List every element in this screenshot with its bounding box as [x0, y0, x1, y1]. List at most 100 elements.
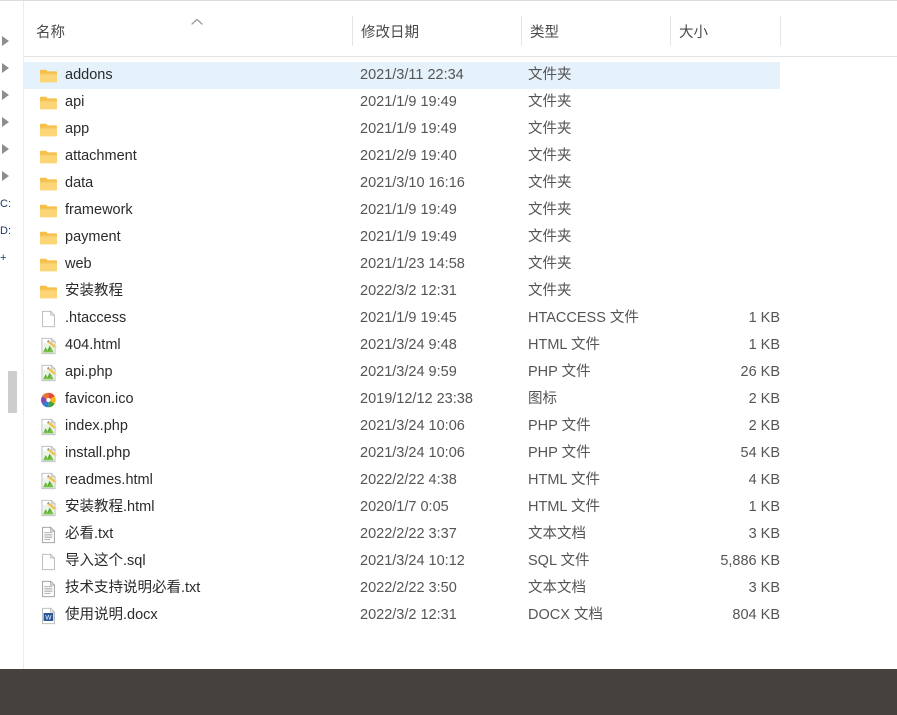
navigation-tree-panel[interactable]: C: D: +	[0, 1, 24, 669]
file-list-row[interactable]: framework 2021/1/9 19:49 文件夹	[24, 197, 780, 224]
chevron-right-icon[interactable]	[2, 144, 9, 154]
file-type-cell: 文件夹	[528, 202, 572, 218]
file-type-cell: HTML 文件	[528, 337, 600, 353]
date-modified-cell: 2021/3/11 22:34	[360, 67, 464, 83]
file-type-cell: DOCX 文档	[528, 607, 603, 623]
file-list-row[interactable]: data 2021/3/10 16:16 文件夹	[24, 170, 780, 197]
date-modified-cell: 2021/3/24 9:59	[360, 364, 457, 380]
file-list-row[interactable]: 必看.txt 2022/2/22 3:37 文本文档 3 KB	[24, 521, 780, 548]
file-size-cell	[672, 116, 780, 143]
file-list-row[interactable]: 技术支持说明必看.txt 2022/2/22 3:50 文本文档 3 KB	[24, 575, 780, 602]
file-list-row[interactable]: install.php 2021/3/24 10:06 PHP 文件 54 KB	[24, 440, 780, 467]
file-type-cell: PHP 文件	[528, 445, 591, 461]
file-list-row[interactable]: favicon.ico 2019/12/12 23:38 图标 2 KB	[24, 386, 780, 413]
file-list-row[interactable]: web 2021/1/23 14:58 文件夹	[24, 251, 780, 278]
file-size-cell: 1 KB	[748, 310, 780, 326]
nav-tree-node[interactable]	[0, 136, 24, 163]
blank-document-icon	[39, 553, 58, 571]
file-list-row[interactable]: 安装教程.html 2020/1/7 0:05 HTML 文件 1 KB	[24, 494, 780, 521]
file-type-cell: HTML 文件	[528, 499, 600, 515]
chevron-right-icon[interactable]	[2, 90, 9, 100]
date-modified-cell: 2022/2/22 3:37	[360, 526, 457, 542]
date-modified-cell: 2021/3/24 9:48	[360, 337, 457, 353]
column-separator-1[interactable]	[352, 16, 353, 46]
file-name-cell: 必看.txt	[65, 526, 114, 542]
file-size-cell: 3 KB	[748, 580, 780, 596]
file-size-cell	[672, 224, 780, 251]
file-size-cell	[672, 89, 780, 116]
nav-tree-node[interactable]: C:	[0, 190, 24, 217]
file-list-row[interactable]: 安装教程 2022/3/2 12:31 文件夹	[24, 278, 780, 305]
file-list-row[interactable]: 404.html 2021/3/24 9:48 HTML 文件 1 KB	[24, 332, 780, 359]
file-list-row[interactable]: api.php 2021/3/24 9:59 PHP 文件 26 KB	[24, 359, 780, 386]
file-size-cell: 1 KB	[748, 337, 780, 353]
column-separator-3[interactable]	[670, 16, 671, 46]
column-header-date-modified[interactable]: 修改日期	[361, 21, 521, 45]
favicon-pinwheel-icon	[39, 391, 58, 409]
chevron-right-icon[interactable]	[2, 36, 9, 46]
column-separator-2[interactable]	[521, 16, 522, 46]
file-name-cell: attachment	[65, 148, 137, 164]
nav-tree-node[interactable]: D:	[0, 217, 24, 244]
nav-tree-node[interactable]	[0, 55, 24, 82]
folder-icon	[39, 67, 58, 85]
file-type-cell: 文件夹	[528, 229, 572, 245]
date-modified-cell: 2019/12/12 23:38	[360, 391, 473, 407]
column-header-row: 名称 修改日期 类型 大小	[24, 1, 897, 57]
file-list-row[interactable]: index.php 2021/3/24 10:06 PHP 文件 2 KB	[24, 413, 780, 440]
date-modified-cell: 2021/3/24 10:06	[360, 418, 465, 434]
file-list-row[interactable]: .htaccess 2021/1/9 19:45 HTACCESS 文件 1 KB	[24, 305, 780, 332]
file-size-cell	[672, 197, 780, 224]
date-modified-cell: 2022/2/22 4:38	[360, 472, 457, 488]
file-name-cell: .htaccess	[65, 310, 127, 326]
chevron-right-icon[interactable]	[2, 171, 9, 181]
column-separator-4[interactable]	[780, 16, 781, 46]
file-size-cell: 5,886 KB	[720, 553, 780, 569]
file-size-cell	[672, 278, 780, 305]
file-list-row[interactable]: attachment 2021/2/9 19:40 文件夹	[24, 143, 780, 170]
column-header-name[interactable]: 名称	[36, 21, 186, 45]
file-list-row[interactable]: addons 2021/3/11 22:34 文件夹	[24, 62, 780, 89]
file-list-row[interactable]: readmes.html 2022/2/22 4:38 HTML 文件 4 KB	[24, 467, 780, 494]
chevron-right-icon[interactable]	[2, 117, 9, 127]
file-list-row[interactable]: api 2021/1/9 19:49 文件夹	[24, 89, 780, 116]
word-document-icon: W	[39, 607, 58, 625]
file-name-cell: web	[65, 256, 92, 272]
date-modified-cell: 2021/1/9 19:49	[360, 94, 457, 110]
file-name-cell: app	[65, 121, 90, 137]
blank-document-icon	[39, 310, 58, 328]
date-modified-cell: 2021/1/9 19:49	[360, 121, 457, 137]
file-name-cell: api.php	[65, 364, 113, 380]
file-size-cell	[672, 62, 780, 89]
file-name-cell: 安装教程	[65, 283, 123, 299]
file-type-cell: 文件夹	[528, 121, 572, 137]
chevron-right-icon[interactable]	[2, 63, 9, 73]
file-list-row[interactable]: 导入这个.sql 2021/3/24 10:12 SQL 文件 5,886 KB	[24, 548, 780, 575]
file-name-cell: 技术支持说明必看.txt	[65, 580, 201, 596]
file-list-row[interactable]: app 2021/1/9 19:49 文件夹	[24, 116, 780, 143]
date-modified-cell: 2021/1/23 14:58	[360, 256, 465, 272]
nav-tree-node[interactable]	[0, 163, 24, 190]
nav-tree-node[interactable]: +	[0, 244, 24, 271]
text-document-icon	[39, 580, 58, 598]
file-type-cell: 文本文档	[528, 526, 586, 542]
date-modified-cell: 2021/3/24 10:12	[360, 553, 465, 569]
nav-tree-node[interactable]	[0, 109, 24, 136]
nav-tree-node[interactable]	[0, 82, 24, 109]
file-explorer-window: C: D: + 名称 修改日期 类型 大小 addons 2021/3/11 22:3…	[0, 0, 897, 715]
file-name-cell: 导入这个.sql	[65, 553, 146, 569]
svg-text:W: W	[45, 614, 52, 621]
bottom-status-bar	[0, 669, 897, 715]
column-header-size[interactable]: 大小	[679, 21, 779, 45]
file-type-cell: PHP 文件	[528, 418, 591, 434]
file-list-row[interactable]: payment 2021/1/9 19:49 文件夹	[24, 224, 780, 251]
file-list[interactable]: addons 2021/3/11 22:34 文件夹 api 2021/1/9 19:4…	[24, 57, 897, 669]
navigation-scrollbar-thumb[interactable]	[8, 371, 17, 413]
nav-tree-node[interactable]	[0, 28, 24, 55]
date-modified-cell: 2021/1/9 19:49	[360, 229, 457, 245]
column-header-type[interactable]: 类型	[530, 21, 670, 45]
file-name-cell: payment	[65, 229, 121, 245]
file-list-row[interactable]: W 使用说明.docx 2022/3/2 12:31 DOCX 文档 804 KB	[24, 602, 780, 629]
folder-icon	[39, 175, 58, 193]
file-name-cell: data	[65, 175, 94, 191]
